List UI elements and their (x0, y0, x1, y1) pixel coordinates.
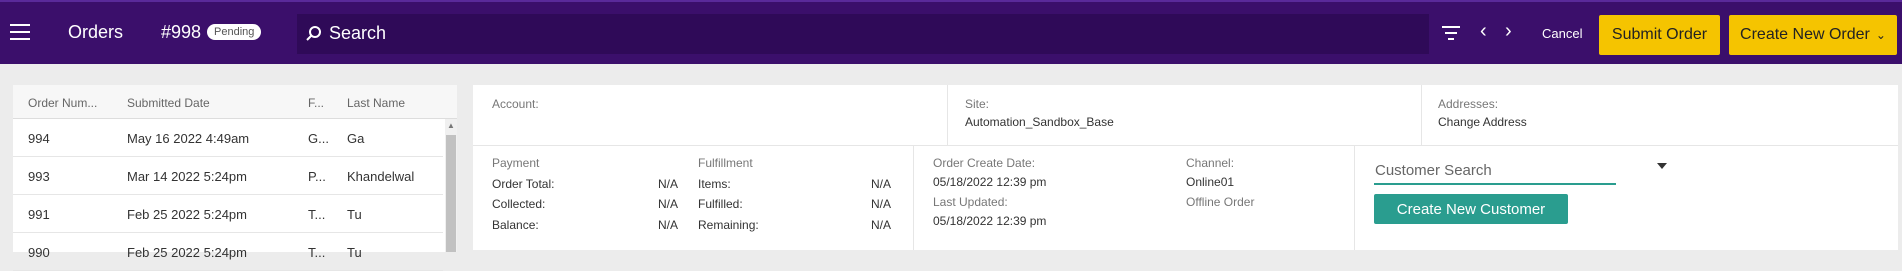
last-updated-value: 05/18/2022 12:39 pm (933, 214, 1047, 228)
chevron-left-icon[interactable]: ‹ (1480, 20, 1487, 43)
customer-search-input[interactable]: Customer Search (1374, 155, 1616, 185)
first-name-cell: T... (308, 207, 326, 222)
balance-value: N/A (658, 218, 679, 232)
column-first-name[interactable]: F... (308, 96, 324, 110)
site-label: Site: (965, 97, 990, 111)
order-number: #998 (161, 22, 202, 42)
menu-icon[interactable] (10, 24, 30, 40)
account-label: Account: (492, 97, 539, 111)
last-name-cell: Tu (347, 245, 362, 260)
divider (1354, 146, 1355, 250)
table-row[interactable]: 994 May 16 2022 4:49am G... Ga (13, 119, 443, 157)
submit-order-button[interactable]: Submit Order (1599, 15, 1720, 55)
remaining-label: Remaining: (698, 218, 759, 232)
order-total-value: N/A (658, 177, 679, 191)
submitted-date-cell: May 16 2022 4:49am (127, 131, 250, 146)
table-row[interactable]: 990 Feb 25 2022 5:24pm T... Tu (13, 233, 443, 271)
order-number-cell: 994 (28, 131, 50, 146)
search-icon (306, 26, 321, 41)
order-details-panel: Account: Site: Automation_Sandbox_Base A… (473, 85, 1898, 250)
column-submitted-date[interactable]: Submitted Date (127, 96, 210, 110)
fulfillment-title: Fulfillment (698, 156, 753, 170)
filter-icon[interactable] (1440, 24, 1462, 42)
items-label: Items: (698, 177, 731, 191)
items-value: N/A (871, 177, 892, 191)
scroll-thumb[interactable] (446, 135, 456, 252)
table-row[interactable]: 991 Feb 25 2022 5:24pm T... Tu (13, 195, 443, 233)
divider (1421, 85, 1422, 145)
table-row[interactable]: 993 Mar 14 2022 5:24pm P... Khandelwal (13, 157, 443, 195)
column-last-name[interactable]: Last Name (347, 96, 405, 110)
submitted-date-cell: Feb 25 2022 5:24pm (127, 245, 247, 260)
chevron-down-icon: ⌄ (1875, 28, 1886, 42)
collected-value: N/A (658, 197, 679, 211)
order-create-date-label: Order Create Date: (933, 156, 1036, 170)
create-new-customer-button[interactable]: Create New Customer (1374, 194, 1568, 224)
order-total-label: Order Total: (492, 177, 555, 191)
cancel-button[interactable]: Cancel (1542, 26, 1582, 41)
submitted-date-cell: Feb 25 2022 5:24pm (127, 207, 247, 222)
create-new-order-button[interactable]: Create New Order ⌄ (1729, 15, 1897, 55)
fulfilled-value: N/A (871, 197, 892, 211)
fulfilled-label: Fulfilled: (698, 197, 743, 211)
list-scrollbar[interactable]: ▲ (445, 119, 457, 252)
last-name-cell: Ga (347, 131, 365, 146)
orders-table-header: Order Num... Submitted Date F... Last Na… (13, 85, 457, 119)
offline-order-label: Offline Order (1186, 195, 1255, 209)
divider (947, 85, 948, 145)
status-badge: Pending (207, 24, 262, 40)
divider (473, 145, 1898, 146)
first-name-cell: T... (308, 245, 326, 260)
create-new-order-label: Create New Order (1740, 26, 1870, 43)
order-number-cell: 993 (28, 169, 50, 184)
page-title: Orders (68, 22, 124, 42)
order-number-cell: 991 (28, 207, 50, 222)
first-name-cell: G... (308, 131, 329, 146)
addresses-label: Addresses: (1438, 97, 1499, 111)
order-create-date-value: 05/18/2022 12:39 pm (933, 175, 1047, 189)
caret-down-icon[interactable] (1657, 163, 1667, 169)
search-placeholder: Search (329, 23, 387, 43)
order-number-cell: 990 (28, 245, 50, 260)
search-input[interactable]: Search (297, 14, 1429, 54)
payment-title: Payment (492, 156, 540, 170)
channel-label: Channel: (1186, 156, 1235, 170)
last-name-cell: Khandelwal (347, 169, 415, 184)
collected-label: Collected: (492, 197, 546, 211)
first-name-cell: P... (308, 169, 326, 184)
column-order-number[interactable]: Order Num... (28, 96, 97, 110)
submitted-date-cell: Mar 14 2022 5:24pm (127, 169, 247, 184)
divider (913, 146, 914, 250)
change-address-link[interactable]: Change Address (1438, 115, 1527, 129)
site-value: Automation_Sandbox_Base (965, 115, 1114, 129)
channel-value: Online01 (1186, 175, 1235, 189)
orders-list: Order Num... Submitted Date F... Last Na… (13, 85, 457, 271)
customer-search-placeholder: Customer Search (1375, 162, 1492, 179)
scroll-up-icon[interactable]: ▲ (447, 121, 455, 130)
last-updated-label: Last Updated: (933, 195, 1008, 209)
balance-label: Balance: (492, 218, 539, 232)
chevron-right-icon[interactable]: › (1505, 20, 1512, 43)
remaining-value: N/A (871, 218, 892, 232)
last-name-cell: Tu (347, 207, 362, 222)
top-app-bar: Orders #998 Pending Search ‹ › Cancel Su… (0, 0, 1902, 64)
